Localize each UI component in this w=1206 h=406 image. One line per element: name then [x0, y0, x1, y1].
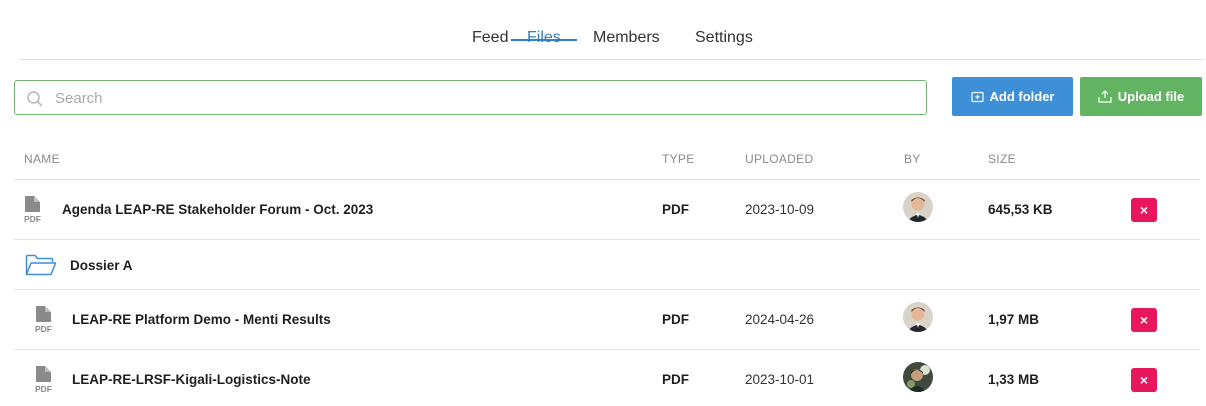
tab-files[interactable]: Files	[527, 29, 561, 47]
delete-button[interactable]: ×	[1131, 368, 1157, 392]
close-icon: ×	[1139, 372, 1149, 388]
avatar	[903, 302, 933, 332]
divider	[14, 289, 1200, 290]
column-header-size[interactable]: SIZE	[988, 152, 1016, 166]
folder-icon	[25, 254, 57, 276]
pdf-label: PDF	[35, 384, 52, 394]
column-header-name[interactable]: NAME	[24, 152, 60, 166]
upload-file-label: Upload file	[1117, 89, 1185, 104]
pdf-label: PDF	[24, 214, 41, 224]
search-icon	[27, 91, 43, 107]
file-uploaded-date: 2024-04-26	[745, 312, 815, 327]
file-size: 645,53 KB	[988, 202, 1053, 217]
pdf-label: PDF	[35, 324, 52, 334]
column-header-by[interactable]: BY	[904, 152, 921, 166]
divider	[14, 349, 1200, 350]
file-uploaded-date: 2023-10-09	[745, 202, 815, 217]
file-type: PDF	[662, 372, 689, 387]
file-name[interactable]: Agenda LEAP-RE Stakeholder Forum - Oct. …	[62, 202, 373, 217]
close-icon: ×	[1139, 312, 1149, 328]
divider	[14, 239, 1200, 240]
tab-feed[interactable]: Feed	[472, 29, 508, 47]
divider	[14, 179, 1200, 180]
file-uploaded-date: 2023-10-01	[745, 372, 815, 387]
pdf-file-icon: PDF	[24, 196, 41, 224]
active-tab-indicator	[511, 39, 577, 41]
folder-name[interactable]: Dossier A	[70, 258, 133, 273]
upload-icon	[1098, 90, 1112, 103]
column-header-uploaded[interactable]: UPLOADED	[745, 152, 813, 166]
close-icon: ×	[1139, 202, 1149, 218]
add-folder-label: Add folder	[989, 89, 1055, 104]
delete-button[interactable]: ×	[1131, 308, 1157, 332]
tab-members[interactable]: Members	[593, 29, 660, 47]
tab-bar: Feed Files Members Settings	[20, 18, 1204, 60]
tab-settings[interactable]: Settings	[695, 29, 753, 47]
search-box	[14, 80, 927, 116]
file-name[interactable]: LEAP-RE Platform Demo - Menti Results	[72, 312, 331, 327]
pdf-file-icon: PDF	[35, 366, 52, 394]
delete-button[interactable]: ×	[1131, 198, 1157, 222]
pdf-file-icon: PDF	[35, 306, 52, 334]
add-folder-button[interactable]: Add folder	[952, 77, 1073, 116]
avatar	[903, 362, 933, 392]
file-size: 1,97 MB	[988, 312, 1040, 327]
folder-plus-icon	[970, 91, 984, 102]
file-type: PDF	[662, 202, 689, 217]
file-type: PDF	[662, 312, 689, 327]
column-header-type[interactable]: TYPE	[662, 152, 695, 166]
avatar	[903, 192, 933, 222]
upload-file-button[interactable]: Upload file	[1080, 77, 1202, 116]
file-size: 1,33 MB	[988, 372, 1040, 387]
file-name[interactable]: LEAP-RE-LRSF-Kigali-Logistics-Note	[72, 372, 311, 387]
search-input[interactable]	[53, 81, 917, 116]
